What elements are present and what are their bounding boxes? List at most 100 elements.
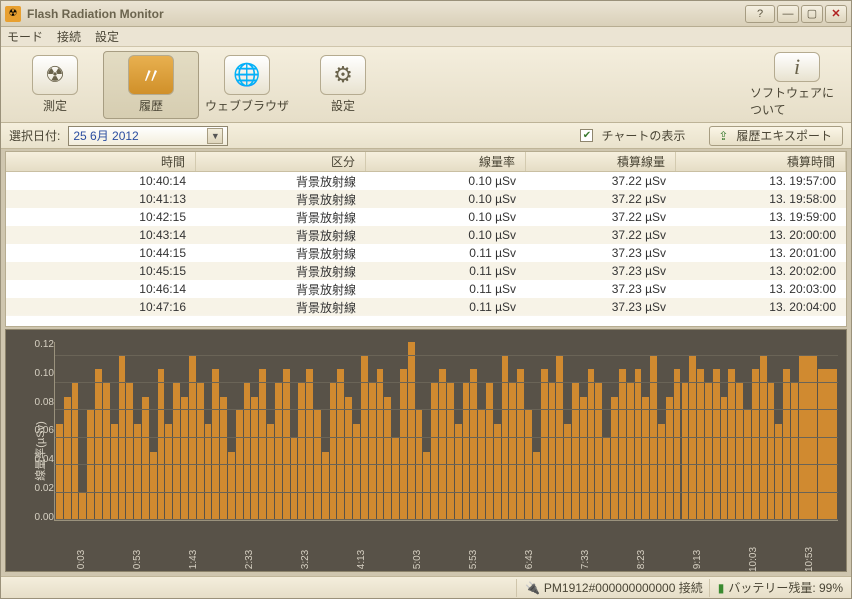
th-rate[interactable]: 線量率	[366, 152, 526, 171]
cell-cum: 37.23 µSv	[526, 282, 676, 296]
cell-cls: 背景放射線	[196, 281, 366, 298]
cell-rate: 0.11 µSv	[366, 246, 526, 260]
menu-mode[interactable]: モード	[7, 28, 43, 45]
titlebar: ☢ Flash Radiation Monitor ? — ▢ ✕	[1, 1, 851, 27]
cell-cum: 37.23 µSv	[526, 300, 676, 314]
table-row[interactable]: 10:41:13背景放射線0.10 µSv37.22 µSv13. 19:58:…	[6, 190, 846, 208]
table-row[interactable]: 10:44:15背景放射線0.11 µSv37.23 µSv13. 20:01:…	[6, 244, 846, 262]
cell-cum: 37.22 µSv	[526, 192, 676, 206]
cell-cls: 背景放射線	[196, 245, 366, 262]
statusbar: 🔌 PM1912#000000000000 接続 ▮ バッテリー残量: 99%	[1, 576, 851, 598]
menu-settings[interactable]: 設定	[95, 28, 119, 45]
menu-connect[interactable]: 接続	[57, 28, 81, 45]
cell-ctime: 13. 19:57:00	[676, 174, 846, 188]
export-button[interactable]: ⇪ 履歴エキスポート	[709, 126, 843, 146]
cell-cls: 背景放射線	[196, 209, 366, 226]
cell-cum: 37.22 µSv	[526, 210, 676, 224]
cell-cls: 背景放射線	[196, 299, 366, 316]
help-button[interactable]: ?	[745, 5, 775, 23]
gear-icon: ⚙	[320, 55, 366, 95]
subbar: 選択日付: 25 6月 2012 ▼ ✔ チャートの表示 ⇪ 履歴エキスポート	[1, 123, 851, 149]
cell-rate: 0.11 µSv	[366, 264, 526, 278]
maximize-button[interactable]: ▢	[801, 5, 823, 23]
cell-cum: 37.23 µSv	[526, 246, 676, 260]
status-device: 🔌 PM1912#000000000000 接続	[516, 579, 703, 597]
cell-rate: 0.10 µSv	[366, 192, 526, 206]
cell-rate: 0.11 µSv	[366, 282, 526, 296]
cell-cls: 背景放射線	[196, 191, 366, 208]
chart-yaxis: 0.120.100.080.060.040.020.00	[26, 339, 54, 523]
table-row[interactable]: 10:43:14背景放射線0.10 µSv37.22 µSv13. 20:00:…	[6, 226, 846, 244]
table-header: 時間 区分 線量率 積算線量 積算時間	[6, 152, 846, 172]
cell-time: 10:46:14	[6, 282, 196, 296]
tool-about[interactable]: i ソフトウェアについて	[749, 51, 845, 119]
window-title: Flash Radiation Monitor	[27, 7, 739, 21]
cell-ctime: 13. 20:04:00	[676, 300, 846, 314]
tool-history-label: 履歴	[139, 97, 163, 114]
tool-browser-label: ウェブブラウザ	[205, 97, 289, 114]
table-row[interactable]: 10:46:14背景放射線0.11 µSv37.23 µSv13. 20:03:…	[6, 280, 846, 298]
th-cum[interactable]: 積算線量	[526, 152, 676, 171]
cell-cum: 37.22 µSv	[526, 228, 676, 242]
app-icon: ☢	[5, 6, 21, 22]
main: 時間 区分 線量率 積算線量 積算時間 10:40:14背景放射線0.10 µS…	[1, 149, 851, 576]
tool-settings[interactable]: ⚙ 設定	[295, 51, 391, 119]
cell-rate: 0.11 µSv	[366, 300, 526, 314]
cell-ctime: 13. 20:02:00	[676, 264, 846, 278]
export-label: 履歴エキスポート	[736, 127, 832, 144]
cell-rate: 0.10 µSv	[366, 210, 526, 224]
globe-icon: 🌐	[224, 55, 270, 95]
export-icon: ⇪	[716, 129, 730, 143]
cell-rate: 0.10 µSv	[366, 174, 526, 188]
dose-chart: 線量率(µSv) 0.120.100.080.060.040.020.00 0:…	[5, 329, 847, 572]
table-row[interactable]: 10:47:16背景放射線0.11 µSv37.23 µSv13. 20:04:…	[6, 298, 846, 316]
cell-cum: 37.23 µSv	[526, 264, 676, 278]
status-device-text: PM1912#000000000000 接続	[544, 579, 703, 596]
table-row[interactable]: 10:45:15背景放射線0.11 µSv37.23 µSv13. 20:02:…	[6, 262, 846, 280]
cell-time: 10:40:14	[6, 174, 196, 188]
tool-browser[interactable]: 🌐 ウェブブラウザ	[199, 51, 295, 119]
chart-plot	[54, 342, 838, 521]
menubar: モード 接続 設定	[1, 27, 851, 47]
th-ctime[interactable]: 積算時間	[676, 152, 846, 171]
table-body[interactable]: 10:40:14背景放射線0.10 µSv37.22 µSv13. 19:57:…	[6, 172, 846, 326]
plug-icon: 🔌	[525, 581, 540, 595]
cell-time: 10:41:13	[6, 192, 196, 206]
toolbar: ☢ 測定 〃 履歴 🌐 ウェブブラウザ ⚙ 設定 i ソフトウェアについて	[1, 47, 851, 123]
th-class[interactable]: 区分	[196, 152, 366, 171]
tool-measure-label: 測定	[43, 97, 67, 114]
date-label: 選択日付:	[9, 127, 60, 144]
cell-time: 10:47:16	[6, 300, 196, 314]
battery-icon: ▮	[718, 581, 725, 595]
cell-cls: 背景放射線	[196, 173, 366, 190]
minimize-button[interactable]: —	[777, 5, 799, 23]
cell-ctime: 13. 19:59:00	[676, 210, 846, 224]
show-chart-checkbox[interactable]: ✔	[580, 129, 593, 142]
cell-time: 10:44:15	[6, 246, 196, 260]
cell-ctime: 13. 20:03:00	[676, 282, 846, 296]
cell-ctime: 13. 19:58:00	[676, 192, 846, 206]
table-row[interactable]: 10:40:14背景放射線0.10 µSv37.22 µSv13. 19:57:…	[6, 172, 846, 190]
tool-measure[interactable]: ☢ 測定	[7, 51, 103, 119]
close-button[interactable]: ✕	[825, 5, 847, 23]
chart-xaxis: 0:030:531:432:333:234:135:035:536:437:33…	[54, 540, 838, 565]
tool-about-label: ソフトウェアについて	[750, 84, 844, 118]
cell-cls: 背景放射線	[196, 263, 366, 280]
cell-rate: 0.10 µSv	[366, 228, 526, 242]
tool-settings-label: 設定	[331, 97, 355, 114]
cell-time: 10:43:14	[6, 228, 196, 242]
history-table: 時間 区分 線量率 積算線量 積算時間 10:40:14背景放射線0.10 µS…	[5, 151, 847, 327]
radiation-icon: ☢	[32, 55, 78, 95]
cell-ctime: 13. 20:01:00	[676, 246, 846, 260]
history-icon: 〃	[128, 55, 174, 95]
chevron-down-icon: ▼	[207, 128, 223, 144]
cell-cls: 背景放射線	[196, 227, 366, 244]
tool-history[interactable]: 〃 履歴	[103, 51, 199, 119]
table-row[interactable]: 10:42:15背景放射線0.10 µSv37.22 µSv13. 19:59:…	[6, 208, 846, 226]
cell-ctime: 13. 20:00:00	[676, 228, 846, 242]
info-icon: i	[774, 52, 820, 82]
date-picker[interactable]: 25 6月 2012 ▼	[68, 126, 228, 146]
cell-cum: 37.22 µSv	[526, 174, 676, 188]
status-battery: ▮ バッテリー残量: 99%	[709, 579, 843, 597]
th-time[interactable]: 時間	[6, 152, 196, 171]
